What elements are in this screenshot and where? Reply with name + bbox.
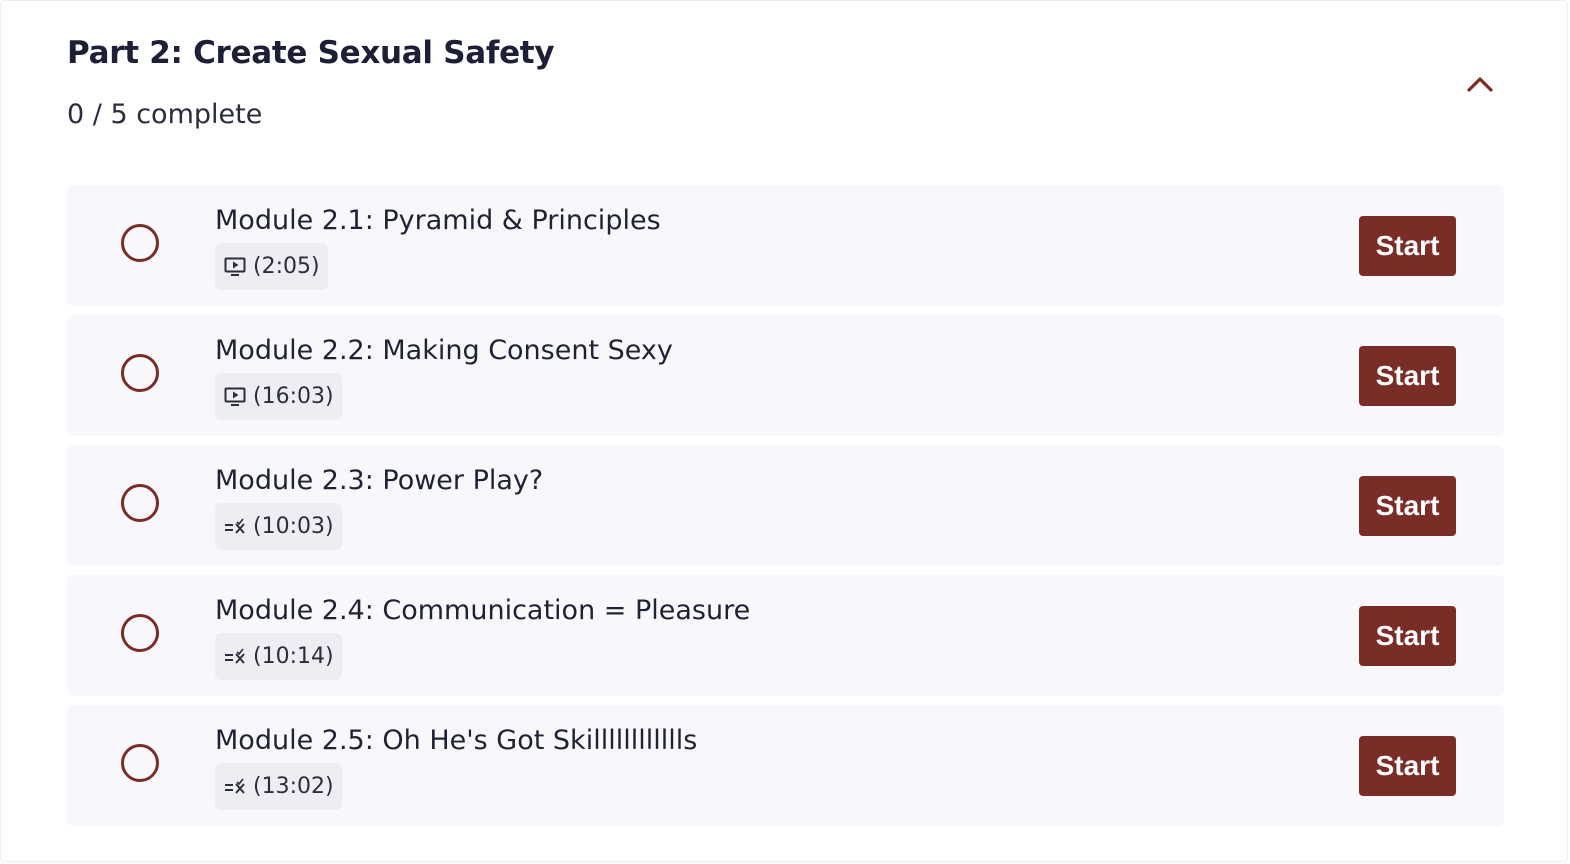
incomplete-circle-icon[interactable] (121, 614, 159, 652)
start-button[interactable]: Start (1359, 216, 1456, 276)
module-duration: (16:03) (253, 384, 334, 409)
section-progress: 0 / 5 complete (67, 99, 263, 130)
chevron-up-icon[interactable] (1462, 69, 1498, 99)
module-duration: (10:03) (253, 514, 334, 539)
duration-badge: (13:02) (215, 763, 342, 810)
module-list: Module 2.1: Pyramid & Principles (2:05) … (67, 185, 1504, 835)
module-title[interactable]: Module 2.2: Making Consent Sexy (215, 335, 673, 366)
module-title[interactable]: Module 2.5: Oh He's Got Skilllllllllllls (215, 725, 697, 756)
section-title: Part 2: Create Sexual Safety (67, 35, 555, 71)
start-button[interactable]: Start (1359, 606, 1456, 666)
video-icon (223, 255, 247, 279)
list-item[interactable]: Module 2.4: Communication = Pleasure (10… (67, 575, 1504, 696)
duration-badge: (10:03) (215, 503, 342, 550)
quiz-icon (223, 645, 247, 669)
start-button[interactable]: Start (1359, 476, 1456, 536)
module-duration: (2:05) (253, 254, 320, 279)
module-title[interactable]: Module 2.1: Pyramid & Principles (215, 205, 661, 236)
duration-badge: (16:03) (215, 373, 342, 420)
duration-badge: (10:14) (215, 633, 342, 680)
incomplete-circle-icon[interactable] (121, 744, 159, 782)
duration-badge: (2:05) (215, 243, 328, 290)
video-icon (223, 385, 247, 409)
module-duration: (10:14) (253, 644, 334, 669)
list-item[interactable]: Module 2.2: Making Consent Sexy (16:03) … (67, 315, 1504, 436)
incomplete-circle-icon[interactable] (121, 484, 159, 522)
module-title[interactable]: Module 2.3: Power Play? (215, 465, 543, 496)
list-item[interactable]: Module 2.1: Pyramid & Principles (2:05) … (67, 185, 1504, 306)
module-duration: (13:02) (253, 774, 334, 799)
section-header[interactable]: Part 2: Create Sexual Safety 0 / 5 compl… (67, 31, 1507, 151)
list-item[interactable]: Module 2.5: Oh He's Got Skilllllllllllls… (67, 705, 1504, 826)
module-title[interactable]: Module 2.4: Communication = Pleasure (215, 595, 750, 626)
course-section-panel: Part 2: Create Sexual Safety 0 / 5 compl… (0, 0, 1568, 862)
start-button[interactable]: Start (1359, 736, 1456, 796)
quiz-icon (223, 515, 247, 539)
incomplete-circle-icon[interactable] (121, 354, 159, 392)
incomplete-circle-icon[interactable] (121, 224, 159, 262)
list-item[interactable]: Module 2.3: Power Play? (10:03) Start (67, 445, 1504, 566)
start-button[interactable]: Start (1359, 346, 1456, 406)
quiz-icon (223, 775, 247, 799)
